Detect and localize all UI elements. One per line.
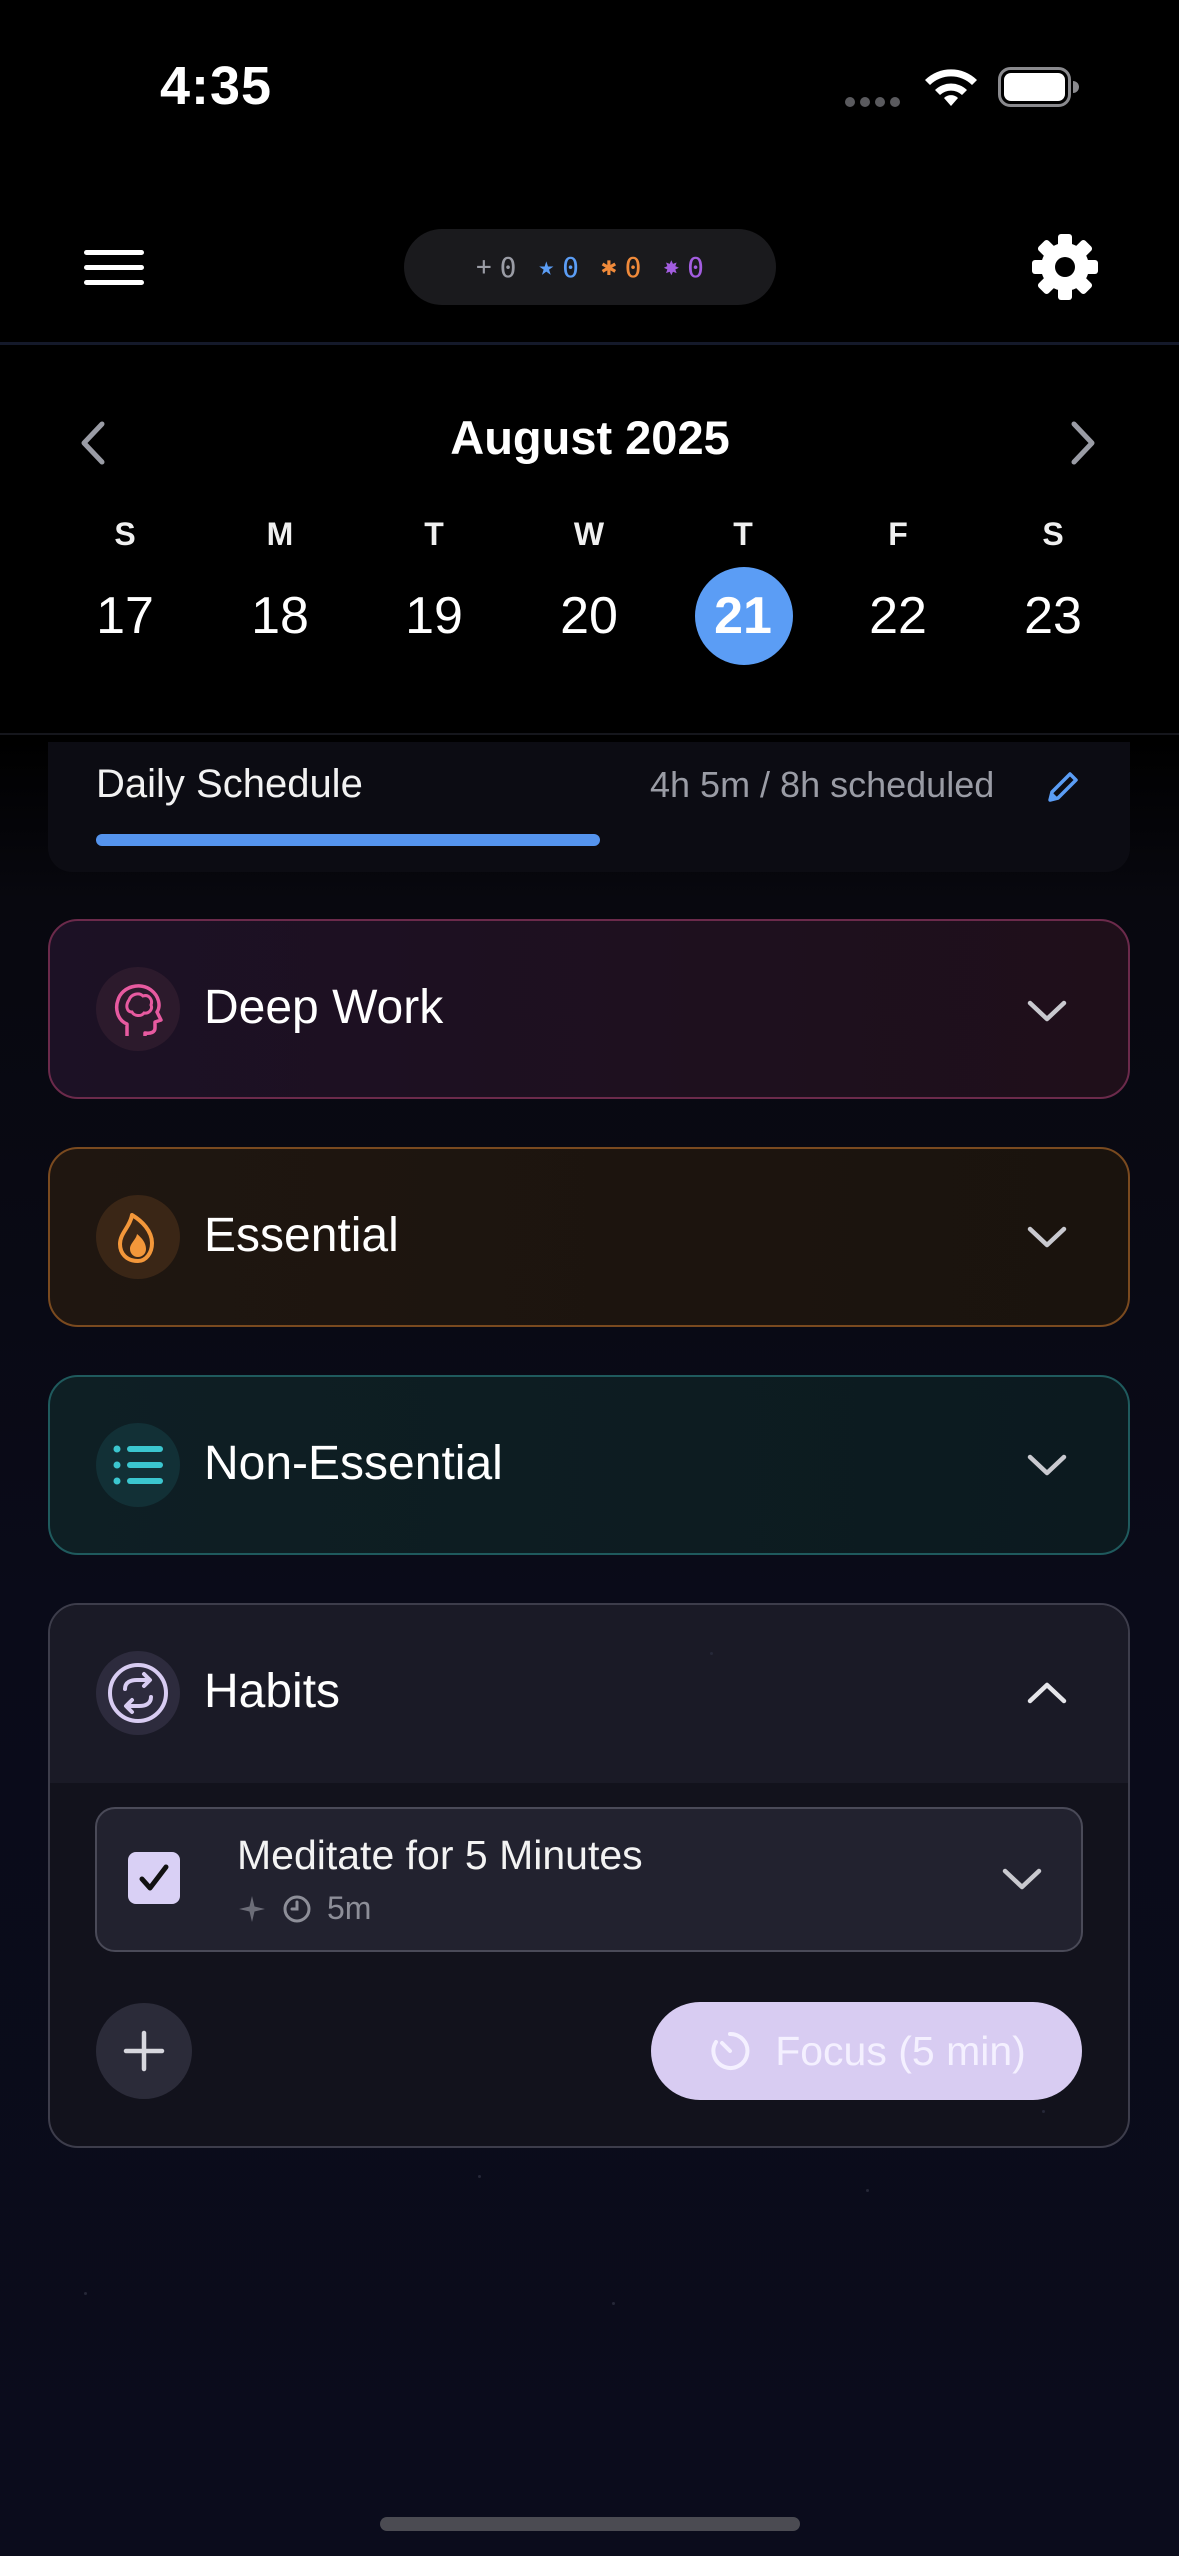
points-summary[interactable]: + 0 ★ 0 ✱ 0 ✸ 0: [404, 229, 776, 305]
weekday-label: M: [266, 516, 294, 552]
month-label: August 2025: [450, 411, 730, 464]
plus-icon: [123, 2030, 165, 2072]
timer-icon: [711, 2031, 750, 2070]
weekday-label: W: [573, 516, 605, 552]
points-item: ★ 0: [538, 251, 579, 284]
points-value: 0: [499, 250, 517, 284]
schedule-summary: 4h 5m / 8h scheduled: [650, 764, 995, 805]
category-label: Habits: [204, 1665, 341, 1718]
flame-icon: [96, 1195, 180, 1279]
points-item: ✱ 0: [601, 251, 642, 284]
sparkle-icon: [239, 1895, 265, 1922]
background-speck: [866, 2189, 869, 2192]
cellular-signal-icon: [845, 94, 905, 107]
points-value: 0: [562, 250, 579, 284]
weekday-label: S: [114, 516, 136, 552]
points-item: ✸ 0: [664, 251, 705, 284]
star-icon: ★: [538, 252, 555, 282]
chevron-up-icon[interactable]: [1025, 1678, 1069, 1708]
chevron-down-icon[interactable]: [1025, 1450, 1069, 1480]
clock-icon: [283, 1895, 311, 1922]
chevron-down-icon[interactable]: [1025, 996, 1069, 1026]
battery-icon: [998, 67, 1079, 107]
day-20[interactable]: 20: [539, 580, 639, 652]
schedule-progress-bar: [96, 834, 600, 846]
add-habit-button[interactable]: [96, 2003, 192, 2099]
day-18[interactable]: 18: [230, 580, 330, 652]
habit-item[interactable]: [95, 1807, 1083, 1952]
habit-meta: 5m: [237, 1890, 371, 1927]
habit-title: Meditate for 5 Minutes: [237, 1832, 643, 1878]
habit-checkbox[interactable]: [128, 1852, 180, 1904]
home-indicator: [380, 2517, 800, 2531]
day-23[interactable]: 23: [1003, 580, 1103, 652]
points-value: 0: [624, 250, 642, 284]
sparkle-icon: +: [475, 252, 492, 282]
day-19[interactable]: 19: [384, 580, 484, 652]
category-label: Essential: [204, 1209, 399, 1262]
weekday-label: T: [424, 516, 444, 552]
pencil-icon[interactable]: [1044, 768, 1082, 806]
list-icon: [96, 1423, 180, 1507]
day-17[interactable]: 17: [75, 580, 175, 652]
points-value: 0: [687, 250, 705, 284]
brain-head-icon: [96, 967, 180, 1051]
background-speck: [84, 2292, 87, 2295]
chevron-down-icon[interactable]: [1025, 1222, 1069, 1252]
calendar-divider: [0, 733, 1179, 735]
repeat-icon: [96, 1651, 180, 1735]
background-speck: [478, 2175, 481, 2178]
checkmark-icon: [139, 1864, 169, 1891]
header-divider: [0, 342, 1179, 345]
day-21-selected[interactable]: 21: [693, 580, 793, 652]
points-item: + 0: [476, 251, 517, 284]
burst-icon: ✱: [601, 252, 617, 282]
wifi-icon: [925, 69, 977, 106]
gear-icon[interactable]: [1030, 232, 1100, 302]
category-label: Deep Work: [204, 981, 444, 1034]
chevron-right-icon[interactable]: [1064, 418, 1104, 468]
category-label: Non-Essential: [204, 1437, 503, 1490]
focus-button[interactable]: Focus (5 min): [651, 2002, 1082, 2100]
chevron-down-icon[interactable]: [1000, 1864, 1044, 1894]
badge-icon: ✸: [663, 252, 680, 282]
weekday-label: T: [733, 516, 753, 552]
status-time: 4:35: [160, 56, 273, 116]
background-speck: [1042, 2110, 1045, 2113]
daily-schedule-title: Daily Schedule: [96, 762, 363, 806]
habit-duration: 5m: [327, 1890, 372, 1926]
day-22[interactable]: 22: [848, 580, 948, 652]
chevron-left-icon[interactable]: [72, 418, 112, 468]
background-speck: [710, 1652, 713, 1655]
weekday-label: F: [888, 516, 908, 552]
focus-button-label: Focus (5 min): [775, 2027, 1026, 2074]
background-speck: [612, 2302, 615, 2305]
menu-button[interactable]: [84, 250, 144, 290]
weekday-label: S: [1042, 516, 1064, 552]
